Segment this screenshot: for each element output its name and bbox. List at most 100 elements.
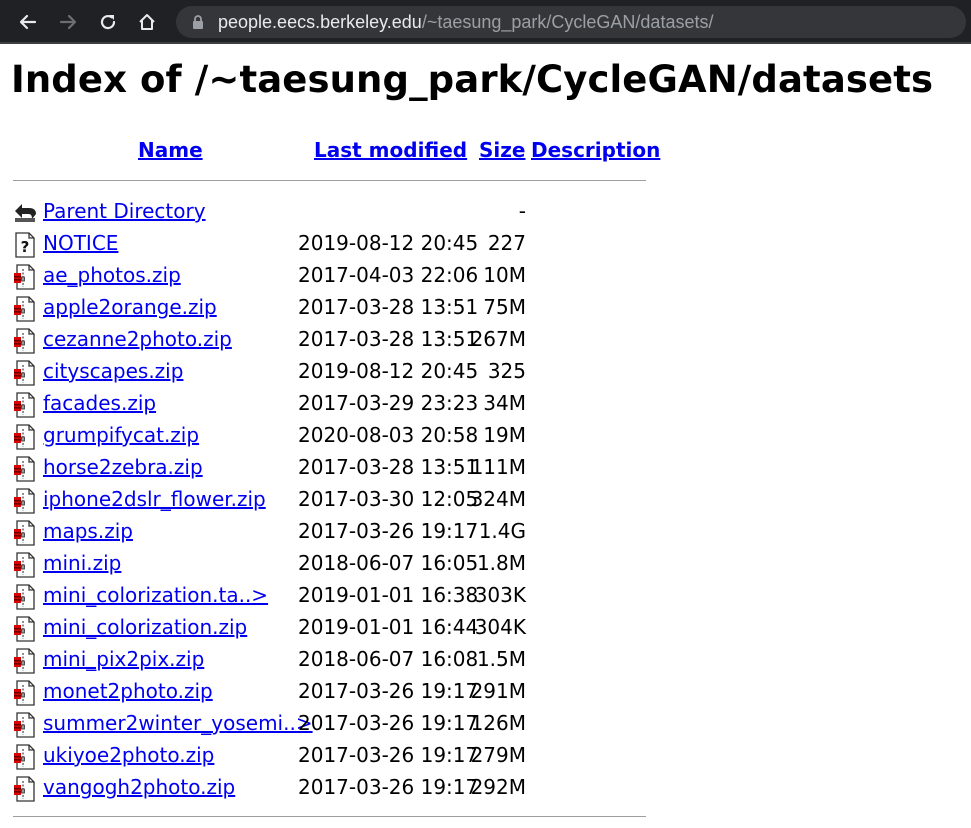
file-link[interactable]: maps.zip: [43, 519, 133, 543]
compressed-file-icon: [13, 712, 37, 738]
file-link[interactable]: summer2winter_yosemi..>: [43, 711, 313, 735]
arrow-left-icon: [19, 14, 37, 30]
last-modified: 2017-03-30 12:05: [298, 487, 479, 511]
list-item: monet2photo.zip 2017-03-26 19:17 291M: [0, 676, 700, 708]
lock-icon: [193, 15, 203, 29]
compressed-file-icon: [13, 552, 37, 578]
last-modified: 2017-03-26 19:17: [298, 775, 479, 799]
last-modified: 2017-03-28 13:51: [298, 327, 479, 351]
file-size: 1.8M: [476, 551, 526, 575]
listing-header: Name Last modified Size Description: [0, 138, 660, 168]
compressed-file-icon: [13, 616, 37, 642]
file-link[interactable]: NOTICE: [43, 231, 118, 255]
arrow-right-icon: [59, 14, 77, 30]
file-link[interactable]: horse2zebra.zip: [43, 455, 203, 479]
file-link[interactable]: mini_colorization.zip: [43, 615, 247, 639]
last-modified: 2019-08-12 20:45: [298, 231, 479, 255]
sort-by-description-link[interactable]: Description: [531, 138, 660, 162]
svg-text:?: ?: [21, 238, 30, 256]
compressed-file-icon: [13, 680, 37, 706]
list-item: summer2winter_yosemi..> 2017-03-26 19:17 1…: [0, 708, 700, 740]
parent-directory-link[interactable]: Parent Directory: [43, 199, 206, 223]
compressed-file-icon: [13, 264, 37, 290]
file-size: 126M: [470, 711, 526, 735]
file-link[interactable]: iphone2dslr_flower.zip: [43, 487, 266, 511]
list-item: ? NOTICE 2019-08-12 20:45 227: [0, 228, 700, 260]
list-item: mini_colorization.zip 2019-01-01 16:44 304…: [0, 612, 700, 644]
file-size: 1.5M: [476, 647, 526, 671]
file-link[interactable]: cityscapes.zip: [43, 359, 183, 383]
home-button[interactable]: [135, 10, 159, 34]
last-modified: 2019-01-01 16:38: [298, 583, 479, 607]
list-item: iphone2dslr_flower.zip 2017-03-30 12:05 32…: [0, 484, 700, 516]
compressed-file-icon: [13, 456, 37, 482]
file-link[interactable]: monet2photo.zip: [43, 679, 213, 703]
file-size: 279M: [470, 743, 526, 767]
last-modified: 2017-03-26 19:17: [298, 519, 479, 543]
list-item: cityscapes.zip 2019-08-12 20:45 325: [0, 356, 700, 388]
file-size: 292M: [470, 775, 526, 799]
file-link[interactable]: grumpifycat.zip: [43, 423, 199, 447]
sort-by-last-modified-link[interactable]: Last modified: [314, 138, 467, 162]
last-modified: 2019-08-12 20:45: [298, 359, 479, 383]
last-modified: 2017-03-26 19:17: [298, 679, 479, 703]
parent-directory-icon: [13, 200, 37, 226]
last-modified: 2018-06-07 16:08: [298, 647, 479, 671]
list-item: cezanne2photo.zip 2017-03-28 13:51 267M: [0, 324, 700, 356]
file-size: 304K: [474, 615, 526, 639]
page-title: Index of /~taesung_park/CycleGAN/dataset…: [11, 58, 934, 101]
file-size: 227: [487, 231, 526, 255]
file-size: 303K: [474, 583, 526, 607]
reload-icon: [100, 14, 116, 30]
file-link[interactable]: cezanne2photo.zip: [43, 327, 232, 351]
file-size: -: [518, 199, 526, 223]
file-link[interactable]: mini.zip: [43, 551, 121, 575]
compressed-file-icon: [13, 360, 37, 386]
list-item: facades.zip 2017-03-29 23:23 34M: [0, 388, 700, 420]
address-bar[interactable]: people.eecs.berkeley.edu/~taesung_park/C…: [176, 6, 966, 38]
footer-divider: [13, 816, 646, 817]
file-link[interactable]: apple2orange.zip: [43, 295, 217, 319]
compressed-file-icon: [13, 328, 37, 354]
last-modified: 2020-08-03 20:58: [298, 423, 479, 447]
file-link[interactable]: vangogh2photo.zip: [43, 775, 235, 799]
compressed-file-icon: [13, 744, 37, 770]
back-button[interactable]: [16, 10, 40, 34]
sort-by-name-link[interactable]: Name: [138, 138, 203, 162]
file-size: 111M: [470, 455, 526, 479]
compressed-file-icon: [13, 488, 37, 514]
url-path: /~taesung_park/CycleGAN/datasets/: [421, 11, 714, 32]
file-size: 1.4G: [478, 519, 526, 543]
compressed-file-icon: [13, 776, 37, 802]
file-link[interactable]: mini_colorization.ta..>: [43, 583, 268, 607]
compressed-file-icon: [13, 520, 37, 546]
sort-by-size-link[interactable]: Size: [479, 138, 525, 162]
list-item: vangogh2photo.zip 2017-03-26 19:17 292M: [0, 772, 700, 804]
home-icon: [139, 14, 155, 30]
file-link[interactable]: ae_photos.zip: [43, 263, 181, 287]
list-item: grumpifycat.zip 2020-08-03 20:58 19M: [0, 420, 700, 452]
compressed-file-icon: [13, 648, 37, 674]
list-item: mini_colorization.ta..> 2019-01-01 16:38 3…: [0, 580, 700, 612]
compressed-file-icon: [13, 584, 37, 610]
forward-button[interactable]: [56, 10, 80, 34]
list-item: maps.zip 2017-03-26 19:17 1.4G: [0, 516, 700, 548]
compressed-file-icon: [13, 296, 37, 322]
file-size: 325: [487, 359, 526, 383]
file-link[interactable]: facades.zip: [43, 391, 156, 415]
file-link[interactable]: mini_pix2pix.zip: [43, 647, 204, 671]
reload-button[interactable]: [96, 10, 120, 34]
last-modified: 2017-03-28 13:51: [298, 455, 479, 479]
list-item: mini_pix2pix.zip 2018-06-07 16:08 1.5M: [0, 644, 700, 676]
file-link[interactable]: ukiyoe2photo.zip: [43, 743, 214, 767]
unknown-file-icon: ?: [13, 232, 37, 258]
file-size: 10M: [483, 263, 526, 287]
file-size: 19M: [483, 423, 526, 447]
file-size: 267M: [470, 327, 526, 351]
list-item: apple2orange.zip 2017-03-28 13:51 75M: [0, 292, 700, 324]
browser-toolbar: people.eecs.berkeley.edu/~taesung_park/C…: [0, 0, 971, 44]
file-size: 75M: [483, 295, 526, 319]
list-item: ukiyoe2photo.zip 2017-03-26 19:17 279M: [0, 740, 700, 772]
last-modified: 2017-03-26 19:17: [298, 711, 479, 735]
list-item: ae_photos.zip 2017-04-03 22:06 10M: [0, 260, 700, 292]
